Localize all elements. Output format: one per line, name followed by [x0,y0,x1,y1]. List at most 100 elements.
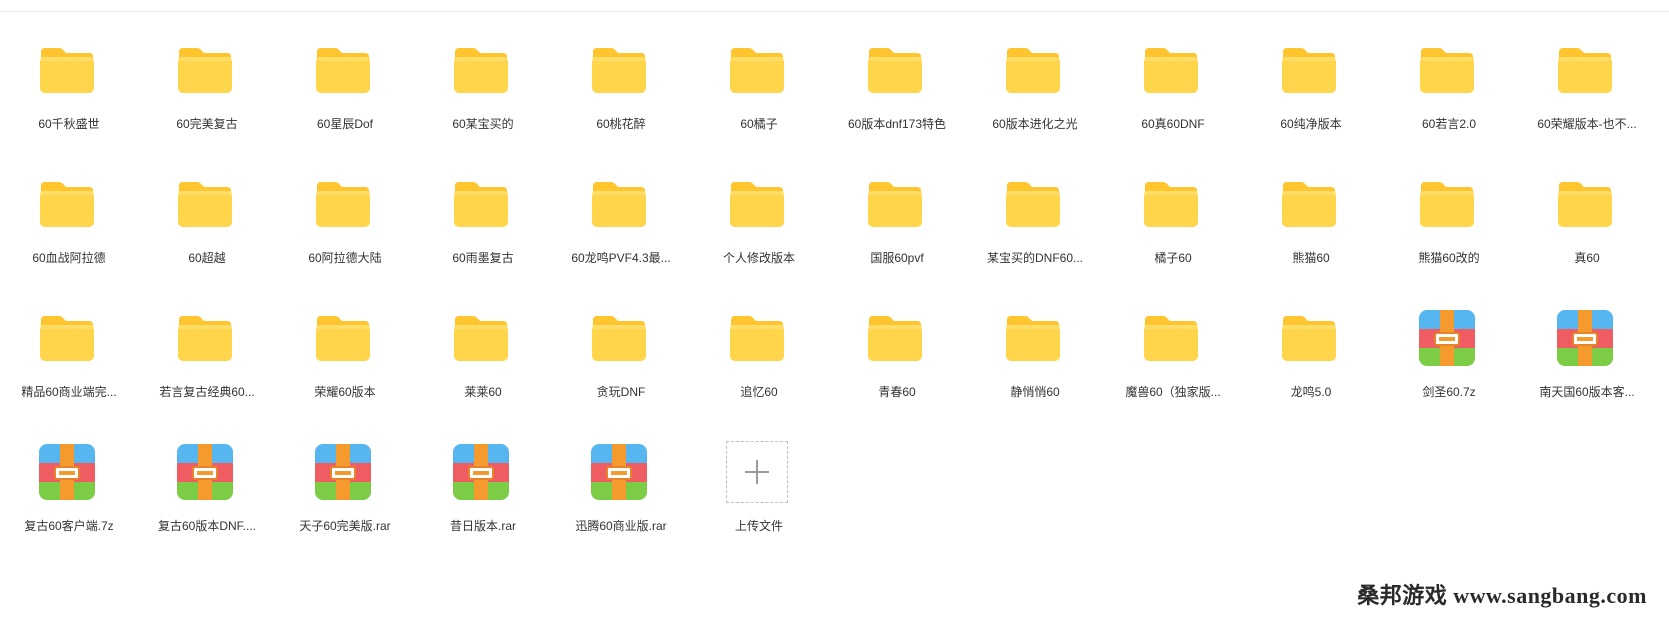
item-label: 青春60 [878,385,916,399]
item-label: 莱莱60 [464,385,502,399]
item-label: 龙鸣5.0 [1290,385,1332,399]
item-label: 复古60版本DNF.... [157,519,257,533]
item-label: 60版本dnf173特色 [847,117,947,131]
archive-item[interactable]: 剑圣60.7z [1380,307,1518,441]
folder-item[interactable]: 静悄悄60 [966,307,1104,441]
item-label: 真60 [1574,251,1600,265]
folder-item[interactable]: 莱莱60 [414,307,552,441]
item-label: 60版本进化之光 [992,117,1078,131]
archive-item[interactable]: 迅腾60商业版.rar [552,441,690,575]
folder-item[interactable]: 60某宝买的 [414,39,552,173]
item-label: 天子60完美版.rar [299,519,391,533]
folder-item[interactable]: 60雨墨复古 [414,173,552,307]
folder-item[interactable]: 60超越 [138,173,276,307]
archive-icon [450,441,512,503]
folder-icon [588,39,650,101]
top-divider [0,11,1669,12]
upload-item[interactable]: 上传文件 [690,441,828,575]
folder-item[interactable]: 贪玩DNF [552,307,690,441]
folder-icon [312,173,374,235]
folder-item[interactable]: 橘子60 [1104,173,1242,307]
item-label: 60完美复古 [176,117,238,131]
folder-icon [36,307,98,369]
folder-item[interactable]: 60龙鸣PVF4.3最... [552,173,690,307]
plus-icon[interactable] [726,441,788,503]
item-label: 60超越 [188,251,226,265]
item-label: 精品60商业端完... [21,385,117,399]
item-label: 荣耀60版本 [314,385,376,399]
folder-item[interactable]: 魔兽60（独家版... [1104,307,1242,441]
archive-item[interactable]: 昔日版本.rar [414,441,552,575]
folder-item[interactable]: 精品60商业端完... [0,307,138,441]
folder-item[interactable]: 60血战阿拉德 [0,173,138,307]
upload-box[interactable] [726,441,788,503]
item-label: 某宝买的DNF60... [986,251,1083,265]
item-label: 60雨墨复古 [452,251,514,265]
folder-item[interactable]: 追忆60 [690,307,828,441]
folder-item[interactable]: 60若言2.0 [1380,39,1518,173]
item-label: 若言复古经典60... [159,385,255,399]
folder-icon [312,307,374,369]
item-label: 60桃花醉 [596,117,646,131]
folder-item[interactable]: 60真60DNF [1104,39,1242,173]
folder-icon [1278,39,1340,101]
item-label: 追忆60 [740,385,778,399]
item-label: 南天国60版本客... [1539,385,1635,399]
folder-icon [1554,39,1616,101]
archive-item[interactable]: 南天国60版本客... [1518,307,1656,441]
item-label: 60千秋盛世 [38,117,100,131]
folder-icon [1554,173,1616,235]
folder-icon [312,39,374,101]
folder-item[interactable]: 若言复古经典60... [138,307,276,441]
item-label: 熊猫60 [1292,251,1330,265]
item-label: 迅腾60商业版.rar [575,519,667,533]
archive-item[interactable]: 复古60客户端.7z [0,441,138,575]
folder-icon [1002,39,1064,101]
item-label: 剑圣60.7z [1422,385,1476,399]
archive-item[interactable]: 天子60完美版.rar [276,441,414,575]
folder-item[interactable]: 60橘子 [690,39,828,173]
item-label: 60血战阿拉德 [32,251,106,265]
folder-item[interactable]: 60星辰Dof [276,39,414,173]
folder-item[interactable]: 龙鸣5.0 [1242,307,1380,441]
folder-item[interactable]: 60阿拉德大陆 [276,173,414,307]
archive-icon [174,441,236,503]
folder-icon [864,173,926,235]
folder-item[interactable]: 真60 [1518,173,1656,307]
item-label: 60橘子 [740,117,778,131]
folder-item[interactable]: 60千秋盛世 [0,39,138,173]
folder-item[interactable]: 个人修改版本 [690,173,828,307]
folder-icon [1416,39,1478,101]
archive-icon [1416,307,1478,369]
folder-icon [1416,173,1478,235]
folder-icon [1140,39,1202,101]
folder-icon [1278,173,1340,235]
folder-icon [726,307,788,369]
item-label: 上传文件 [734,519,783,533]
folder-icon [726,39,788,101]
folder-icon [864,39,926,101]
folder-item[interactable]: 某宝买的DNF60... [966,173,1104,307]
archive-icon [588,441,650,503]
folder-item[interactable]: 荣耀60版本 [276,307,414,441]
item-label: 60若言2.0 [1421,117,1477,131]
folder-icon [726,173,788,235]
folder-item[interactable]: 青春60 [828,307,966,441]
item-label: 熊猫60改的 [1418,251,1480,265]
folder-item[interactable]: 60桃花醉 [552,39,690,173]
item-label: 60龙鸣PVF4.3最... [571,251,671,265]
file-grid: 60千秋盛世 60完美复古 60星辰Dof 60某宝买的 60桃花醉 60橘子 … [0,39,1656,575]
folder-item[interactable]: 60版本进化之光 [966,39,1104,173]
archive-item[interactable]: 复古60版本DNF.... [138,441,276,575]
folder-item[interactable]: 60荣耀版本-也不... [1518,39,1656,173]
folder-icon [450,307,512,369]
folder-item[interactable]: 60版本dnf173特色 [828,39,966,173]
folder-item[interactable]: 60纯净版本 [1242,39,1380,173]
item-label: 60荣耀版本-也不... [1537,117,1637,131]
folder-item[interactable]: 熊猫60改的 [1380,173,1518,307]
folder-item[interactable]: 熊猫60 [1242,173,1380,307]
item-label: 橘子60 [1154,251,1192,265]
folder-icon [174,307,236,369]
folder-item[interactable]: 60完美复古 [138,39,276,173]
folder-item[interactable]: 国服60pvf [828,173,966,307]
